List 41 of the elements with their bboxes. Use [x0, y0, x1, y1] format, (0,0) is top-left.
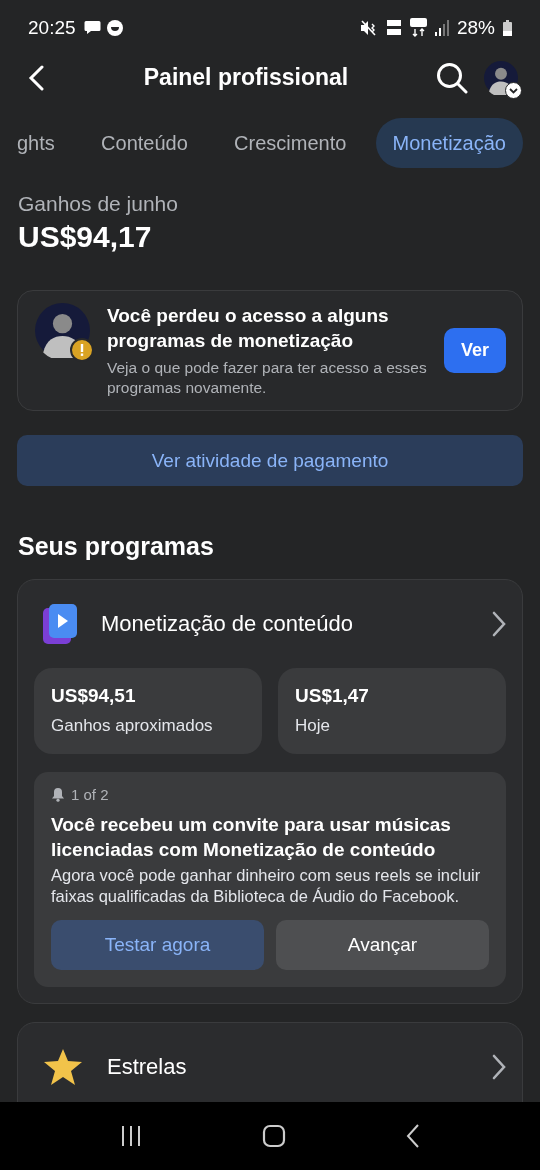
chevron-right-icon[interactable]: [492, 1054, 506, 1080]
star-icon: [43, 1048, 83, 1086]
warning-icon: [70, 338, 94, 362]
program-title[interactable]: Estrelas: [107, 1054, 468, 1080]
try-now-button[interactable]: Testar agora: [51, 920, 264, 970]
mute-icon: [359, 19, 378, 36]
battery-level: 28%: [456, 16, 495, 39]
dropdown-icon[interactable]: [505, 81, 522, 99]
smile-icon: [106, 19, 123, 36]
stat-value: US$94,51: [51, 685, 137, 707]
earnings-amount: US$94,17: [18, 220, 153, 254]
tab[interactable]: Conteúdo: [84, 118, 205, 168]
next-button[interactable]: Avançar: [276, 920, 489, 970]
notice-title: Você recebeu um convite para usar músicas licenciadas com Monetização de conteúdo: [51, 813, 452, 862]
stat-label: Ganhos aproximados: [51, 716, 214, 736]
tab[interactable]: ghts: [0, 118, 72, 168]
battery-icon: [503, 19, 512, 36]
view-button[interactable]: Ver: [444, 328, 506, 373]
tab[interactable]: Crescimento: [217, 118, 364, 168]
recent-apps-icon[interactable]: [120, 1125, 142, 1147]
earnings-label: Ganhos de junho: [18, 192, 179, 216]
notice-text: Agora você pode ganhar dinheiro com seus reels se incluir faixas qualificadas da Biblioteca de Áudio do Facebook.: [51, 865, 482, 907]
alert-text: Veja o que pode fazer para ter acesso a esses programas novamente.: [107, 358, 427, 398]
play-icon: [43, 604, 77, 644]
stat-label: Hoje: [295, 716, 331, 736]
home-icon[interactable]: [262, 1124, 286, 1148]
program-title[interactable]: Monetização de conteúdo: [101, 611, 468, 637]
stat-value: US$1,47: [295, 685, 370, 707]
payment-activity-button[interactable]: Ver atividade de pagamento: [17, 435, 523, 486]
alert-title: Você perdeu o acesso a alguns programas de monetização: [107, 304, 390, 353]
chevron-right-icon[interactable]: [492, 611, 506, 637]
section-heading: Seus programas: [18, 532, 215, 561]
search-icon[interactable]: [436, 61, 468, 94]
chat-bubble-icon: [83, 19, 101, 35]
page-title: Painel profissional: [142, 64, 350, 91]
signal-icon: [434, 19, 449, 36]
clock: 20:25: [28, 16, 76, 39]
tab[interactable]: Monetização: [375, 118, 523, 168]
back-icon[interactable]: [406, 1124, 420, 1148]
notice-counter: 1 of 2: [71, 786, 109, 803]
bell-icon: [51, 787, 65, 802]
